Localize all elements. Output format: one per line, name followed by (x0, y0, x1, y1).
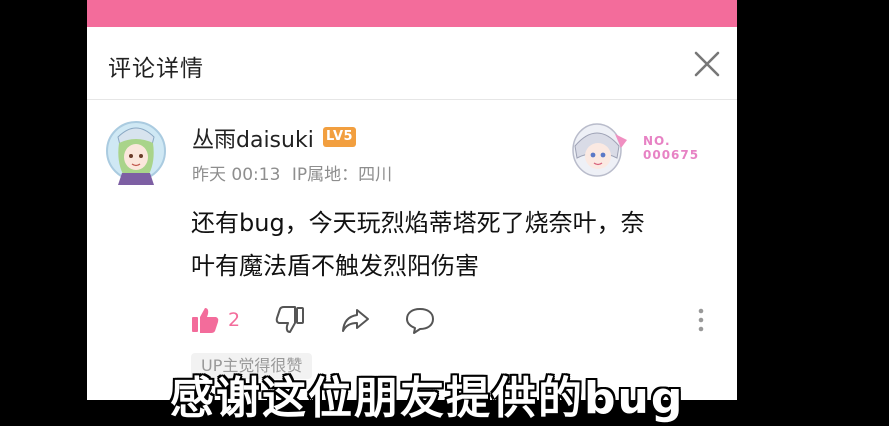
header: 评论详情 (87, 27, 737, 100)
more-icon[interactable] (694, 306, 708, 334)
close-icon[interactable] (691, 48, 723, 80)
thumbs-up-icon[interactable] (190, 305, 220, 335)
video-subtitle: 感谢这位朋友提供的bug (170, 373, 685, 424)
level-badge: LV5 (323, 127, 357, 147)
badge-number-line2: 000675 (643, 148, 700, 162)
share-icon[interactable] (340, 305, 370, 335)
badge-number-line1: NO. (643, 134, 671, 148)
comment-line: 叶有魔法盾不触发烈阳伤害 (191, 252, 479, 280)
comment-line: 还有bug，今天玩烈焰蒂塔死了烧奈叶，奈 (191, 209, 645, 237)
badge-number: NO. 000675 (643, 134, 699, 162)
page-title: 评论详情 (108, 56, 204, 82)
comment-meta: 昨天 00:13 IP属地：四川 (192, 160, 392, 185)
avatar[interactable] (104, 115, 168, 187)
ip-location: IP属地：四川 (291, 165, 393, 185)
username[interactable]: 丛雨daisuki (192, 122, 314, 154)
comment-icon[interactable] (405, 305, 435, 335)
like-count: 2 (228, 309, 241, 331)
top-bar (87, 0, 737, 27)
thumbs-down-icon[interactable] (275, 305, 305, 335)
comment-time: 昨天 00:13 (192, 165, 281, 185)
comment-detail-panel: 评论详情 丛雨daisuki LV5 昨天 00:13 IP属地：四川 NO. … (87, 0, 737, 400)
comment-content: 还有bug，今天玩烈焰蒂塔死了烧奈叶，奈 叶有魔法盾不触发烈阳伤害 (191, 202, 711, 288)
